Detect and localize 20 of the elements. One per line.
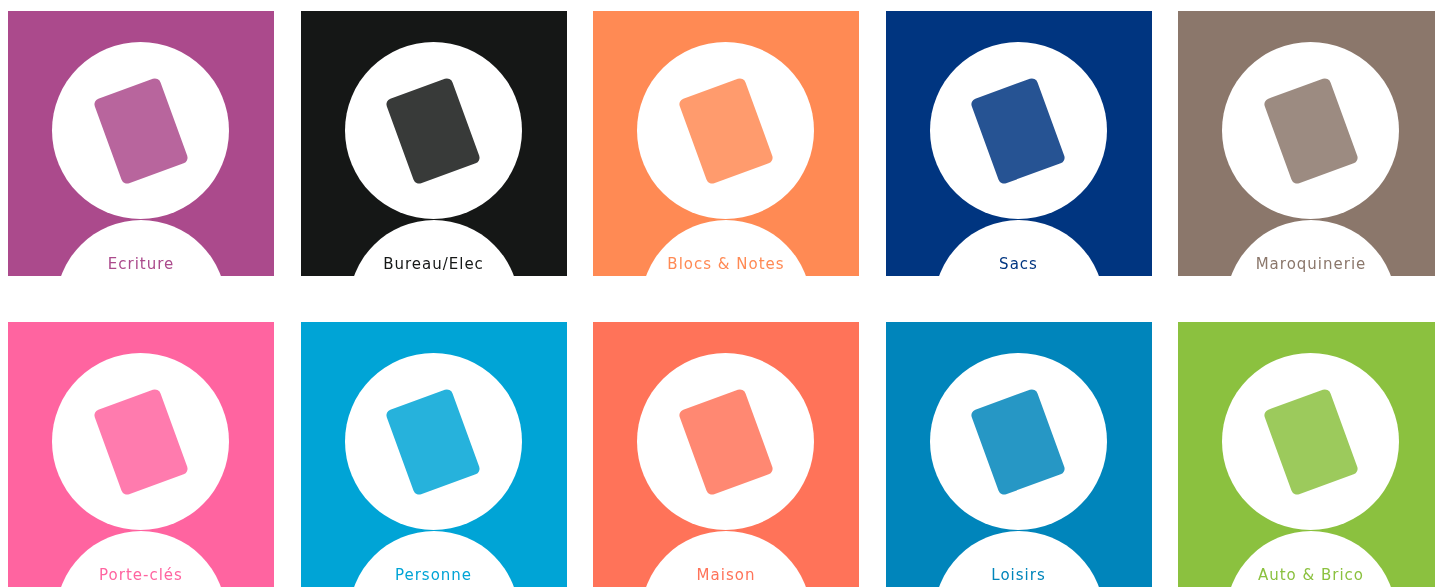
category-tile[interactable]: Ecriture [8,11,274,276]
category-tile[interactable]: Maroquinerie [1178,11,1435,276]
category-label: Maison [696,565,756,586]
category-label: Loisirs [991,565,1046,586]
category-tile[interactable]: Porte-clés [8,322,274,587]
category-label: Ecriture [107,254,175,275]
category-tile[interactable]: Bureau/Elec [300,11,567,276]
category-label: Personne [394,565,473,586]
category-label: Auto & Brico [1257,565,1365,586]
category-label: Blocs & Notes [667,254,785,275]
category-label: Porte-clés [99,565,183,586]
category-tile[interactable]: Auto & Brico [1178,322,1435,587]
category-tile[interactable]: Blocs & Notes [593,11,859,276]
category-label: Bureau/Elec [383,254,484,275]
category-label: Sacs [999,254,1038,275]
category-label: Maroquinerie [1255,254,1367,275]
category-tile[interactable]: Loisirs [885,322,1152,587]
category-tile[interactable]: Sacs [885,11,1152,276]
category-tile[interactable]: Personne [300,322,567,587]
category-tile[interactable]: Maison [593,322,859,587]
